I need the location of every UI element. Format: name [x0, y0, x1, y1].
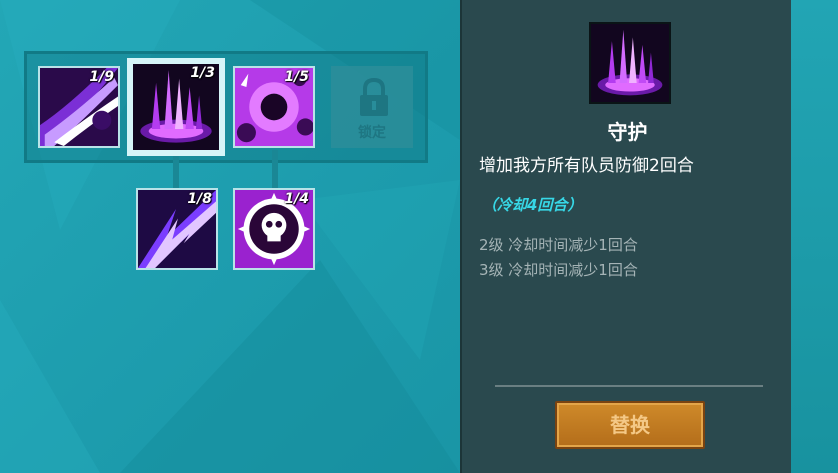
skill-slot-slash[interactable]: 1/9 — [38, 66, 120, 148]
skill-slot-orb[interactable]: 1/5 — [233, 66, 315, 148]
skill-slot-locked[interactable]: 锁定 — [331, 66, 413, 148]
skill-level: 1/9 — [89, 69, 114, 85]
skill-level: 1/5 — [284, 69, 309, 85]
skill-level: 1/8 — [187, 191, 212, 207]
skill-slot-skull[interactable]: 1/4 — [233, 188, 315, 270]
upgrade-line: 3级 冷却时间减少1回合 — [479, 261, 638, 279]
connector-line-right — [272, 150, 278, 190]
upgrade-line: 2级 冷却时间减少1回合 — [479, 236, 638, 254]
skill-slot-guard[interactable]: 1/3 — [127, 58, 225, 156]
replace-button[interactable]: 替换 — [555, 401, 705, 449]
detail-skill-icon — [589, 22, 671, 104]
skill-name: 守护 — [607, 120, 648, 144]
right-edge-strip — [791, 0, 838, 473]
lock-icon — [360, 78, 388, 116]
divider — [495, 385, 763, 387]
locked-label: 锁定 — [358, 125, 386, 141]
skill-description: 增加我方所有队员防御2回合 — [479, 156, 694, 176]
skill-slot-lightning[interactable]: 1/8 — [136, 188, 218, 270]
skill-cooldown: （冷却4回合） — [482, 196, 583, 214]
guard-pillar-icon — [591, 24, 669, 102]
skill-level: 1/4 — [284, 191, 309, 207]
connector-line-left — [173, 155, 179, 191]
skill-level: 1/3 — [190, 65, 215, 81]
skill-detail-panel: 守护 增加我方所有队员防御2回合 （冷却4回合） 2级 冷却时间减少1回合 3级… — [460, 0, 791, 473]
